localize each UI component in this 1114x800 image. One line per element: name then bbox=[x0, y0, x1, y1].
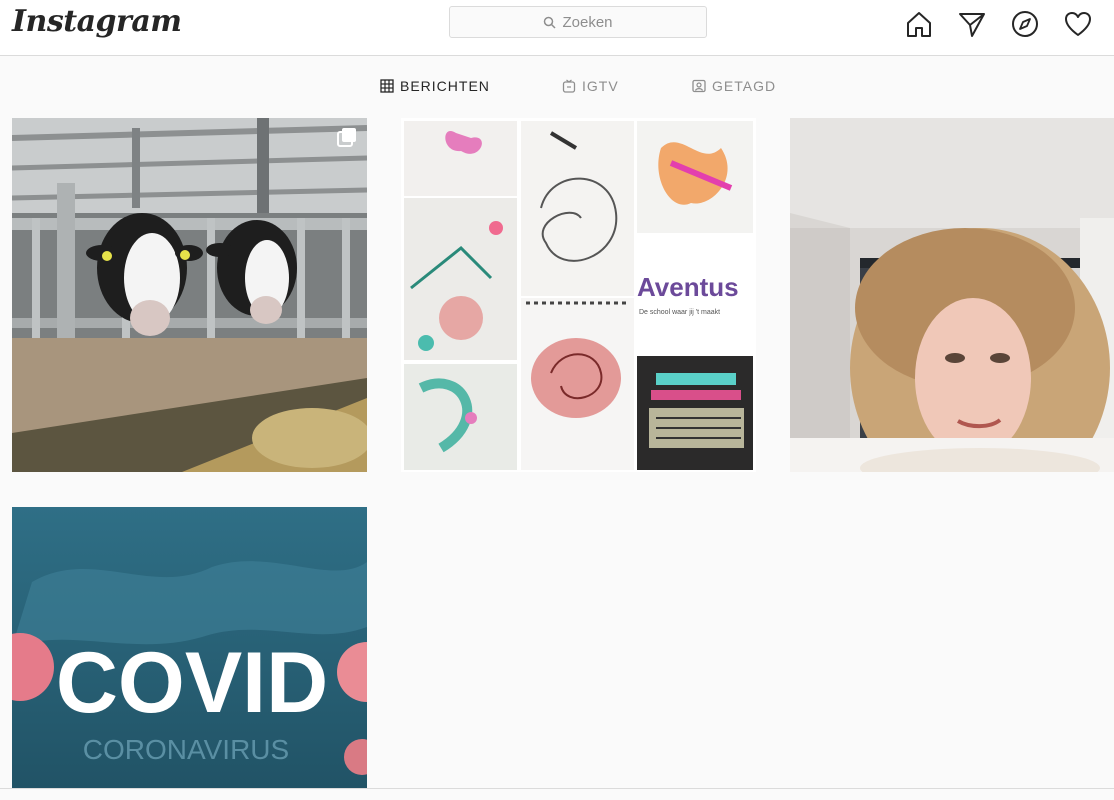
multiple-posts-icon bbox=[337, 128, 356, 147]
tab-label: IGTV bbox=[582, 78, 619, 94]
post-covid[interactable]: COVID CORONAVIRUS bbox=[12, 507, 367, 788]
top-navigation-bar: Instagram Zoeken bbox=[0, 0, 1114, 56]
profile-tabs: BERICHTEN IGTV GETAGD bbox=[0, 56, 1114, 110]
instagram-logo[interactable]: Instagram bbox=[12, 4, 182, 39]
tab-label: GETAGD bbox=[712, 78, 777, 94]
post-cows[interactable] bbox=[12, 118, 367, 472]
explore-icon[interactable] bbox=[1010, 9, 1040, 39]
search-input[interactable]: Zoeken bbox=[449, 6, 707, 38]
tagged-icon bbox=[692, 79, 706, 93]
tab-getagd[interactable]: GETAGD bbox=[692, 78, 776, 94]
cows-image bbox=[12, 118, 367, 472]
collage-aventus-tagline: De school waar jij 't maakt bbox=[639, 309, 720, 316]
post-video-woman[interactable] bbox=[790, 118, 1114, 472]
grid-icon bbox=[380, 79, 394, 93]
tab-berichten[interactable]: BERICHTEN bbox=[380, 78, 490, 94]
home-icon[interactable] bbox=[904, 9, 934, 39]
search-icon bbox=[544, 16, 556, 29]
direct-icon[interactable] bbox=[957, 9, 987, 39]
search-placeholder: Zoeken bbox=[562, 13, 613, 31]
bottom-divider bbox=[0, 788, 1114, 789]
tab-igtv[interactable]: IGTV bbox=[562, 78, 619, 94]
woman-video-image bbox=[790, 118, 1114, 472]
tab-label: BERICHTEN bbox=[400, 78, 490, 94]
covid-subline: CORONAVIRUS bbox=[83, 734, 289, 765]
drawings-collage-image: Aventus De school waar jij 't maakt bbox=[401, 118, 756, 472]
post-drawings[interactable]: Aventus De school waar jij 't maakt bbox=[401, 118, 756, 472]
covid-headline: COVID bbox=[56, 635, 328, 731]
nav-icons bbox=[900, 9, 1100, 39]
covid-image: COVID CORONAVIRUS bbox=[12, 507, 367, 788]
activity-icon[interactable] bbox=[1063, 9, 1093, 39]
igtv-icon bbox=[562, 79, 576, 93]
collage-aventus-logo: Aventus bbox=[637, 272, 739, 302]
